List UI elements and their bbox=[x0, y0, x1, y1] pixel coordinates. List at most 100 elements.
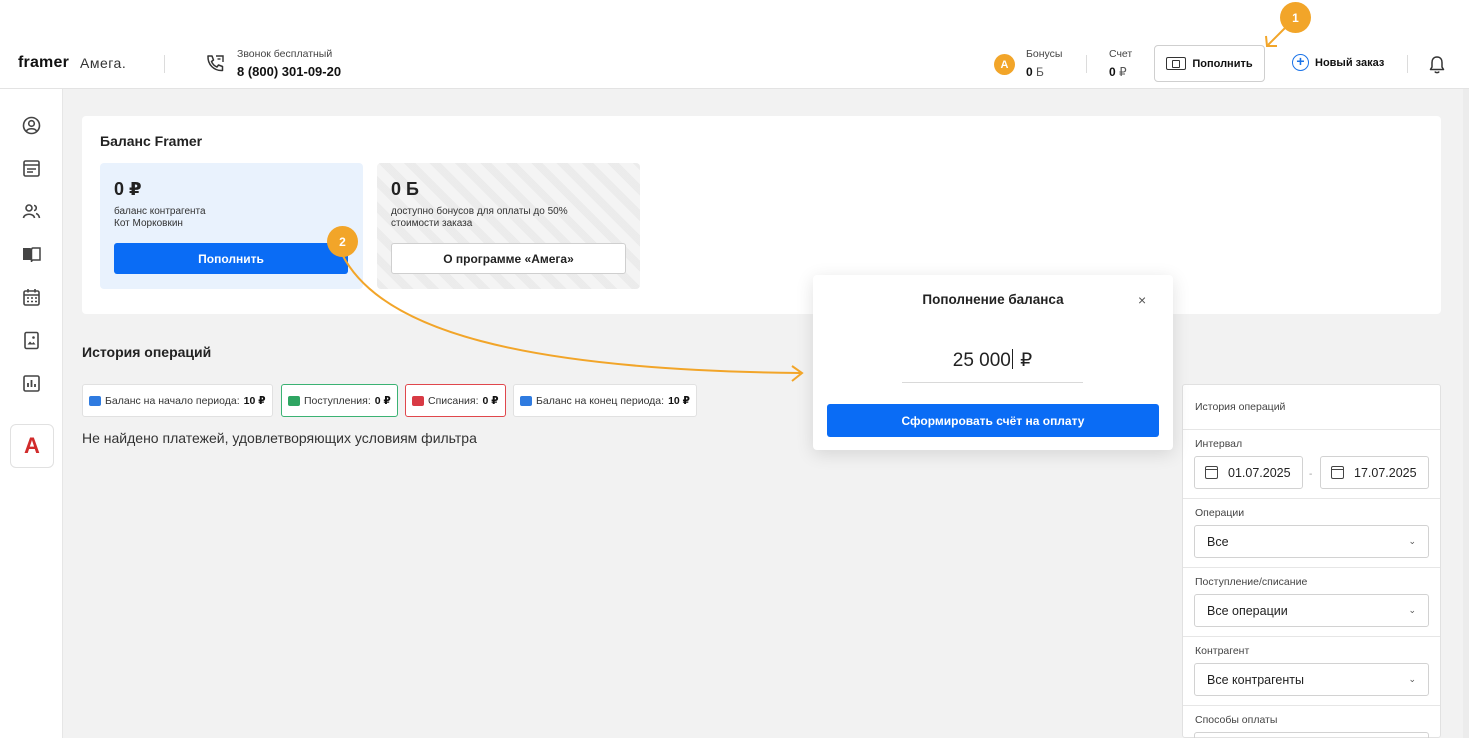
bonus-description: доступно бонусов для оплаты до 50% стоим… bbox=[391, 206, 631, 230]
plus-circle-icon: + bbox=[1292, 54, 1309, 71]
date-to-input[interactable]: 17.07.2025 bbox=[1320, 456, 1429, 489]
users-icon[interactable] bbox=[22, 202, 41, 221]
income-label: Поступления: bbox=[304, 394, 371, 407]
history-title: История операций bbox=[82, 344, 212, 360]
amega-sidebar-logo[interactable]: A bbox=[10, 424, 54, 468]
chart-icon[interactable] bbox=[22, 374, 41, 393]
wallet-out-icon bbox=[412, 395, 424, 406]
contractor-name: Кот Морковкин bbox=[114, 218, 183, 229]
date-from-value: 01.07.2025 bbox=[1228, 465, 1291, 480]
currency-sign: ₽ bbox=[1020, 350, 1033, 371]
topup-header-button[interactable]: Пополнить bbox=[1154, 45, 1265, 82]
money-icon bbox=[1166, 57, 1187, 70]
calendar-icon bbox=[1205, 466, 1218, 479]
bonus-amount: 0 Б bbox=[391, 179, 419, 199]
user-circle-icon[interactable] bbox=[22, 116, 41, 135]
book-icon[interactable] bbox=[22, 245, 41, 264]
operations-value: Все bbox=[1207, 534, 1229, 549]
date-to-value: 17.07.2025 bbox=[1354, 465, 1417, 480]
interval-label: Интервал bbox=[1195, 438, 1243, 450]
sidebar: A bbox=[0, 89, 63, 738]
divider bbox=[1183, 636, 1440, 637]
divider bbox=[1183, 567, 1440, 568]
create-invoice-button[interactable]: Сформировать счёт на оплату bbox=[827, 404, 1159, 437]
topup-modal: Пополнение баланса × 25 000 ₽ Сформирова… bbox=[813, 275, 1173, 450]
payment-methods-select[interactable] bbox=[1194, 732, 1429, 738]
step-badge-2: 2 bbox=[327, 226, 358, 257]
bonus-desc-line: стоимости заказа bbox=[391, 218, 473, 229]
chevron-down-icon: ⌄ bbox=[1408, 674, 1416, 684]
filter-panel: История операций Интервал 01.07.2025 - 1… bbox=[1182, 384, 1441, 738]
close-icon[interactable]: × bbox=[1138, 292, 1146, 308]
flow-select[interactable]: Все операции ⌄ bbox=[1194, 594, 1429, 627]
amega-logo[interactable]: Амега. bbox=[80, 55, 126, 71]
header-divider bbox=[1086, 55, 1087, 73]
chevron-down-icon: ⌄ bbox=[1408, 605, 1416, 615]
arrow-left-icon bbox=[520, 395, 532, 406]
text-cursor bbox=[1011, 349, 1013, 369]
bonus-desc-line: доступно бонусов для оплаты до 50% bbox=[391, 206, 568, 217]
annotation-arrowhead-2 bbox=[791, 365, 804, 382]
scrollbar[interactable] bbox=[1463, 89, 1469, 738]
amount-value: 25 000 bbox=[952, 350, 1011, 371]
payment-methods-label: Способы оплаты bbox=[1195, 714, 1278, 726]
outcome-label: Списания: bbox=[428, 394, 479, 407]
topup-button[interactable]: Пополнить bbox=[114, 243, 348, 274]
account-value: 0 ₽ bbox=[1109, 65, 1127, 79]
phone-caption: Звонок бесплатный bbox=[237, 48, 333, 60]
income-chip: Поступления: 0 ₽ bbox=[281, 384, 398, 417]
amega-bonus-icon: A bbox=[994, 54, 1015, 75]
amount-input[interactable]: 25 000 ₽ bbox=[902, 349, 1083, 372]
document-icon[interactable] bbox=[22, 159, 41, 178]
filter-head: История операций bbox=[1195, 401, 1286, 413]
date-separator: - bbox=[1309, 469, 1313, 480]
phone-number[interactable]: 8 (800) 301-09-20 bbox=[237, 64, 341, 79]
start-balance-value: 10 ₽ bbox=[243, 394, 266, 407]
step-badge-1: 1 bbox=[1280, 2, 1311, 33]
bonus-value: 0 Б bbox=[1026, 65, 1044, 79]
flow-value: Все операции bbox=[1207, 603, 1288, 618]
amount-underline bbox=[902, 382, 1083, 383]
start-balance-label: Баланс на начало периода: bbox=[105, 394, 240, 407]
outcome-value: 0 ₽ bbox=[482, 394, 499, 407]
empty-history-message: Не найдено платежей, удовлетворяющих усл… bbox=[82, 430, 477, 446]
wallet-in-icon bbox=[288, 395, 300, 406]
date-from-input[interactable]: 01.07.2025 bbox=[1194, 456, 1303, 489]
balance-title: Баланс Framer bbox=[100, 133, 203, 149]
topup-header-label: Пополнить bbox=[1192, 57, 1253, 70]
modal-title: Пополнение баланса bbox=[922, 292, 1064, 307]
about-amega-button[interactable]: О программе «Амега» bbox=[391, 243, 626, 274]
balance-desc-line: баланс контрагента bbox=[114, 206, 206, 217]
income-value: 0 ₽ bbox=[374, 394, 391, 407]
new-order-button[interactable]: + Новый заказ bbox=[1292, 54, 1384, 71]
top-header: framer Амега. Звонок бесплатный 8 (800) … bbox=[0, 0, 1469, 89]
bonus-card: 0 Б доступно бонусов для оплаты до 50% с… bbox=[377, 163, 640, 289]
chevron-down-icon: ⌄ bbox=[1408, 536, 1416, 546]
gallery-icon[interactable] bbox=[22, 331, 41, 350]
start-balance-chip: Баланс на начало периода: 10 ₽ bbox=[82, 384, 273, 417]
balance-panel: Баланс Framer 0 ₽ баланс контрагента Кот… bbox=[82, 116, 1441, 314]
contractor-select[interactable]: Все контрагенты ⌄ bbox=[1194, 663, 1429, 696]
balance-description: баланс контрагента Кот Морковкин bbox=[114, 206, 354, 230]
new-order-label: Новый заказ bbox=[1315, 56, 1385, 69]
divider bbox=[1183, 498, 1440, 499]
arrow-right-icon bbox=[89, 395, 101, 406]
phone-icon bbox=[207, 55, 224, 72]
divider bbox=[1183, 429, 1440, 430]
header-divider bbox=[1407, 55, 1408, 73]
calendar-icon bbox=[1331, 466, 1344, 479]
contractor-value: Все контрагенты bbox=[1207, 672, 1304, 687]
framer-logo[interactable]: framer bbox=[18, 54, 69, 72]
end-balance-label: Баланс на конец периода: bbox=[536, 394, 665, 407]
account-label: Счет bbox=[1109, 48, 1133, 60]
calendar-icon[interactable] bbox=[22, 288, 41, 307]
operations-label: Операции bbox=[1195, 507, 1245, 519]
divider bbox=[1183, 705, 1440, 706]
end-balance-value: 10 ₽ bbox=[668, 394, 690, 407]
end-balance-chip: Баланс на конец периода: 10 ₽ bbox=[513, 384, 697, 417]
bell-icon[interactable] bbox=[1428, 55, 1446, 75]
header-divider bbox=[164, 55, 165, 73]
contractor-label: Контрагент bbox=[1195, 645, 1250, 657]
flow-label: Поступление/списание bbox=[1195, 576, 1308, 588]
operations-select[interactable]: Все ⌄ bbox=[1194, 525, 1429, 558]
